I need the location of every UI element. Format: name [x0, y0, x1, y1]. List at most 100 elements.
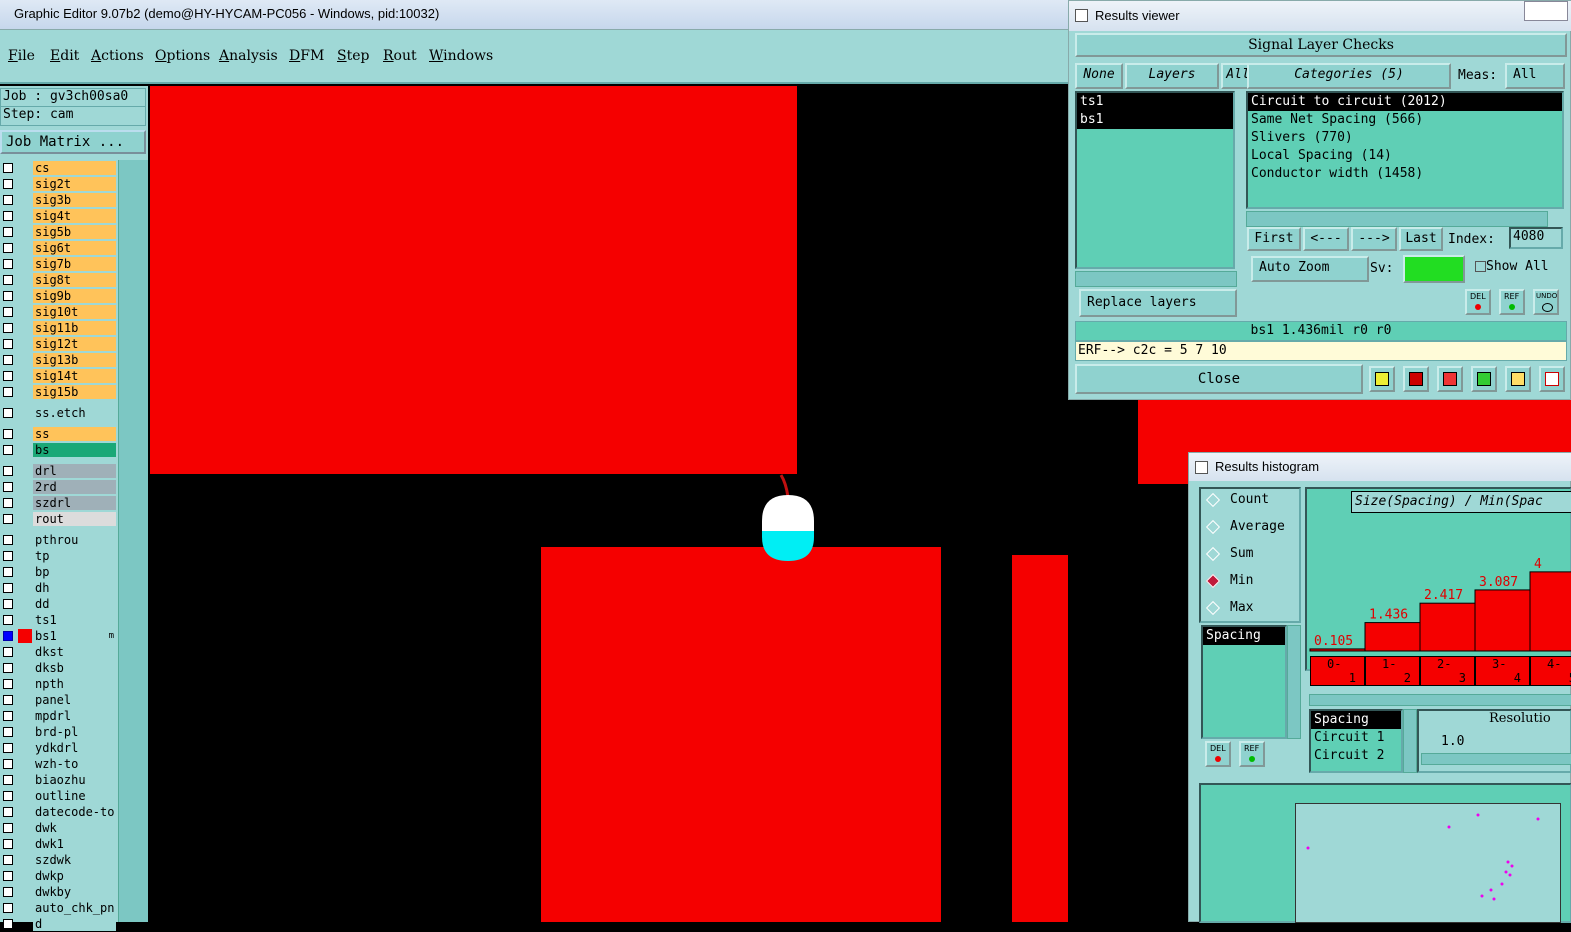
layer-checkbox[interactable]	[3, 211, 13, 221]
layer-row-sig11b[interactable]: sig11b	[0, 320, 118, 336]
layer-checkbox[interactable]	[3, 695, 13, 705]
layer-name[interactable]: bs1 m	[33, 629, 116, 643]
histogram-bin-label[interactable]: 2- 3	[1420, 656, 1475, 686]
menu-edit[interactable]: Edit	[50, 48, 79, 64]
layer-row-bs1[interactable]: bs1 m	[0, 628, 118, 644]
layer-row-sig15b[interactable]: sig15b	[0, 384, 118, 400]
layer-name[interactable]: sig3b	[33, 193, 116, 207]
layer-name[interactable]: mpdrl	[33, 709, 116, 723]
layer-name[interactable]: biaozhu	[33, 773, 116, 787]
layer-name[interactable]: sig7b	[33, 257, 116, 271]
layer-name[interactable]: auto_chk_pn	[33, 901, 116, 915]
auto-zoom-dropdown[interactable]: Auto Zoom	[1251, 256, 1369, 282]
layer-name[interactable]: dksb	[33, 661, 116, 675]
layer-row-2rd[interactable]: 2rd	[0, 479, 118, 495]
layer-row-tp[interactable]: tp	[0, 548, 118, 564]
layer-name[interactable]: sig12t	[33, 337, 116, 351]
layer-checkbox[interactable]	[3, 498, 13, 508]
layer-checkbox[interactable]	[3, 195, 13, 205]
layer-name[interactable]: szdwk	[33, 853, 116, 867]
layer-checkbox[interactable]	[3, 679, 13, 689]
layer-row-dwk1[interactable]: dwk1	[0, 836, 118, 852]
layer-row-sig5b[interactable]: sig5b	[0, 224, 118, 240]
layer-checkbox[interactable]	[3, 339, 13, 349]
layer-row-dwkby[interactable]: dwkby	[0, 884, 118, 900]
categories-h-scrollbar[interactable]	[1246, 211, 1548, 227]
layer-row-dd[interactable]: dd	[0, 596, 118, 612]
layer-row-ss[interactable]: ss	[0, 426, 118, 442]
histogram-bin-label[interactable]: 1- 2	[1365, 656, 1420, 686]
layer-checkbox[interactable]	[3, 599, 13, 609]
layer-name[interactable]: sig4t	[33, 209, 116, 223]
layers-list[interactable]: ts1 bs1	[1075, 91, 1235, 269]
layer-row-ts1[interactable]: ts1	[0, 612, 118, 628]
layer-row-sig14t[interactable]: sig14t	[0, 368, 118, 384]
layer-name[interactable]: 2rd	[33, 480, 116, 494]
mode-radio-max[interactable]: Max	[1205, 599, 1298, 619]
layers-button[interactable]: Layers	[1125, 63, 1219, 89]
layer-checkbox[interactable]	[3, 839, 13, 849]
hist-del-button[interactable]: DEL	[1205, 741, 1231, 767]
layer-name[interactable]: pthrou	[33, 533, 116, 547]
layer-checkbox[interactable]	[3, 243, 13, 253]
next-button[interactable]: --->	[1351, 227, 1397, 251]
layer-checkbox[interactable]	[3, 903, 13, 913]
tool-icon-3[interactable]	[1437, 366, 1463, 392]
layer-checkbox[interactable]	[3, 179, 13, 189]
layer-row-bp[interactable]: bp	[0, 564, 118, 580]
layer-row-dkst[interactable]: dkst	[0, 644, 118, 660]
layer-row-dwkp[interactable]: dwkp	[0, 868, 118, 884]
measure-list[interactable]: Spacing Circuit 1 Circuit 2	[1309, 709, 1403, 773]
layer-name[interactable]: sig2t	[33, 177, 116, 191]
show-all-checkbox[interactable]	[1475, 261, 1486, 272]
radio-indicator[interactable]	[1205, 573, 1221, 589]
layer-name[interactable]: dkst	[33, 645, 116, 659]
measure-item[interactable]: Circuit 1	[1311, 729, 1401, 747]
layer-row-szdwk[interactable]: szdwk	[0, 852, 118, 868]
layer-name[interactable]: dh	[33, 581, 116, 595]
measure-list-scrollbar[interactable]	[1403, 709, 1417, 773]
measure-item[interactable]: Spacing	[1311, 711, 1401, 729]
layer-name[interactable]: szdrl	[33, 496, 116, 510]
menu-actions[interactable]: Actions	[91, 48, 144, 64]
layer-item-ts1[interactable]: ts1	[1077, 93, 1233, 111]
radio-indicator[interactable]	[1205, 600, 1221, 616]
menu-file[interactable]: File	[8, 48, 35, 64]
layer-row-sig12t[interactable]: sig12t	[0, 336, 118, 352]
job-matrix-button[interactable]: Job Matrix ...	[0, 130, 146, 154]
layer-checkbox[interactable]	[3, 323, 13, 333]
layer-name[interactable]: bs	[33, 443, 116, 457]
first-button[interactable]: First	[1247, 227, 1301, 251]
layer-name[interactable]: dwk1	[33, 837, 116, 851]
layer-name[interactable]: ts1	[33, 613, 116, 627]
category-item[interactable]: Conductor width (1458)	[1248, 165, 1562, 183]
layer-row-sig7b[interactable]: sig7b	[0, 256, 118, 272]
layer-row-ss.etch[interactable]: ss.etch	[0, 405, 118, 421]
mode-radio-average[interactable]: Average	[1205, 518, 1298, 538]
menu-rout[interactable]: Rout	[383, 48, 417, 64]
layer-row-dksb[interactable]: dksb	[0, 660, 118, 676]
layer-checkbox[interactable]	[3, 615, 13, 625]
layer-checkbox[interactable]	[3, 711, 13, 721]
layer-name[interactable]: dwk	[33, 821, 116, 835]
menu-step[interactable]: Step	[337, 48, 369, 64]
layer-name[interactable]: rout	[33, 512, 116, 526]
layer-row-sig10t[interactable]: sig10t	[0, 304, 118, 320]
layer-checkbox[interactable]	[3, 807, 13, 817]
layer-name[interactable]: dwkby	[33, 885, 116, 899]
layer-checkbox[interactable]	[3, 759, 13, 769]
tool-icon-2[interactable]	[1403, 366, 1429, 392]
layer-checkbox[interactable]	[3, 535, 13, 545]
layer-name[interactable]: sig8t	[33, 273, 116, 287]
ref-button[interactable]: REF	[1499, 289, 1525, 315]
layer-row-ydkdrl[interactable]: ydkdrl	[0, 740, 118, 756]
layer-list-scrollbar[interactable]	[118, 160, 148, 922]
radio-indicator[interactable]	[1205, 546, 1221, 562]
category-item[interactable]: Same Net Spacing (566)	[1248, 111, 1562, 129]
resolution-slider[interactable]	[1421, 753, 1571, 765]
layer-checkbox[interactable]	[3, 823, 13, 833]
tool-icon-6[interactable]	[1539, 366, 1565, 392]
layer-row-panel[interactable]: panel	[0, 692, 118, 708]
category-item[interactable]: Local Spacing (14)	[1248, 147, 1562, 165]
layer-row-cs[interactable]: cs	[0, 160, 118, 176]
